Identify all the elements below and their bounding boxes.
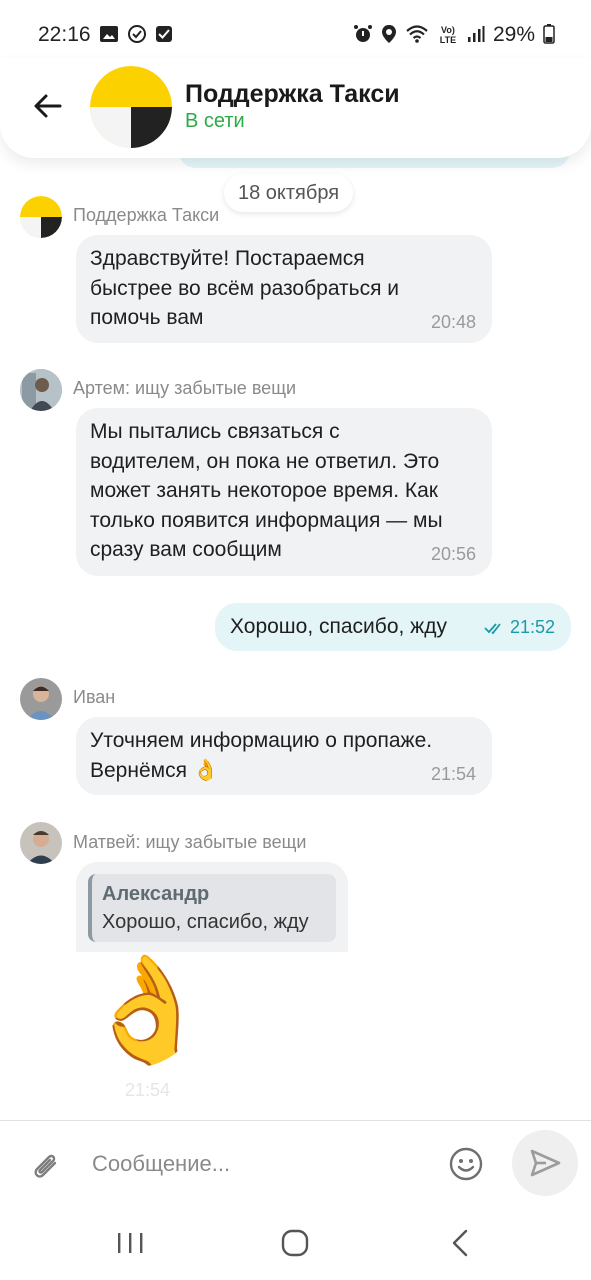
check-circle-icon: [127, 24, 147, 47]
message-line: водителем, он пока не ответил. Это: [90, 449, 440, 473]
checkbox-icon: [155, 25, 173, 46]
chat-header: Поддержка Такси В сети: [0, 58, 591, 158]
person-photo-icon: [20, 369, 62, 411]
attach-button[interactable]: [28, 1147, 64, 1183]
status-bar-right: Vo) LTE 29%: [353, 23, 555, 47]
ok-hand-emoji: 👌: [192, 758, 219, 782]
message-line: только появится информация — мы: [90, 508, 443, 532]
message-line: помочь вам: [90, 306, 204, 329]
message-line: может занять некоторое время. Как: [90, 479, 438, 502]
yandex-taxi-logo-icon: [90, 66, 172, 148]
message-line: Здравствуйте! Постараемся: [90, 247, 365, 270]
message-line-with-emoji: Вернёмся 👌: [90, 756, 478, 786]
message-time: 21:54: [430, 764, 476, 784]
recent-apps-icon: [118, 1233, 143, 1253]
incoming-message[interactable]: Здравствуйте! Постараемся быстрее во всё…: [76, 235, 492, 343]
incoming-message[interactable]: Мы пытались связаться с водителем, он по…: [76, 408, 492, 576]
person-photo-icon: [20, 822, 62, 864]
message-sender: Матвей: ищу забытые вещи: [73, 832, 307, 852]
incoming-message[interactable]: Уточняем информацию о пропаже. Вернёмся …: [76, 717, 492, 795]
arrow-left-icon: [34, 94, 62, 118]
home-icon: [281, 1229, 309, 1257]
wifi-icon: [405, 24, 429, 47]
gallery-icon: [99, 25, 119, 46]
outgoing-message[interactable]: Хорошо, спасибо, жду 21:52: [215, 603, 571, 651]
recent-apps-button[interactable]: [112, 1225, 148, 1261]
signal-icon: [467, 25, 485, 46]
avatar[interactable]: [20, 822, 62, 864]
online-status: В сети: [185, 110, 245, 132]
quoted-message[interactable]: Александр Хорошо, спасибо, жду: [88, 874, 336, 942]
yandex-taxi-logo-icon: [20, 196, 62, 238]
chat-title: Поддержка Такси: [185, 80, 400, 108]
quoted-text: Хорошо, спасибо, жду: [102, 911, 309, 933]
emoji-button[interactable]: [448, 1146, 484, 1182]
message-line: Уточняем информацию о пропаже.: [90, 729, 433, 752]
smiley-icon: [449, 1147, 483, 1181]
battery-icon: [543, 23, 555, 47]
date-separator: 18 октября: [224, 174, 354, 212]
message-line: сразу вам сообщим: [90, 538, 282, 561]
home-button[interactable]: [277, 1225, 313, 1261]
status-bar-left: 22:16: [38, 23, 173, 47]
message-time: 20:56: [430, 544, 476, 564]
message-time: 20:48: [430, 312, 476, 332]
message-text: Хорошо, спасибо, жду: [230, 615, 447, 638]
person-photo-icon: [20, 678, 62, 720]
back-button[interactable]: [30, 88, 66, 124]
system-back-button[interactable]: [443, 1225, 479, 1261]
avatar[interactable]: [20, 196, 62, 238]
quoted-author: Александр: [102, 883, 210, 905]
send-button[interactable]: [512, 1130, 578, 1196]
message-line: быстрее во всём разобраться и: [90, 276, 400, 300]
status-time: 22:16: [38, 23, 91, 46]
message-composer: Сообщение...: [0, 1120, 591, 1205]
incoming-reply-message[interactable]: Александр Хорошо, спасибо, жду: [76, 862, 348, 952]
message-sender: Артем: ищу забытые вещи: [73, 378, 297, 398]
avatar[interactable]: [20, 678, 62, 720]
double-check-icon: [484, 622, 501, 634]
location-icon: [381, 24, 397, 47]
avatar[interactable]: [20, 369, 62, 411]
paperclip-icon: [34, 1154, 57, 1178]
message-sender: Иван: [73, 687, 116, 707]
message-time: 21:52: [509, 617, 555, 637]
system-nav-bar: [0, 1205, 591, 1280]
alarm-icon: [353, 24, 373, 47]
message-status: 21:52: [484, 617, 555, 638]
battery-percent: 29%: [492, 23, 535, 46]
network-label: Vo) LTE: [439, 25, 457, 45]
send-icon: [530, 1149, 561, 1177]
message-sender: Поддержка Такси: [73, 205, 220, 225]
message-time: 21:54: [125, 1080, 171, 1100]
chevron-left-icon: [452, 1229, 468, 1257]
message-line: Мы пытались связаться с: [90, 420, 340, 443]
ok-hand-emoji[interactable]: 👌: [82, 958, 212, 1062]
message-line: Вернёмся: [90, 758, 187, 782]
chat-avatar[interactable]: [90, 66, 172, 148]
message-input[interactable]: Сообщение...: [92, 1151, 230, 1177]
